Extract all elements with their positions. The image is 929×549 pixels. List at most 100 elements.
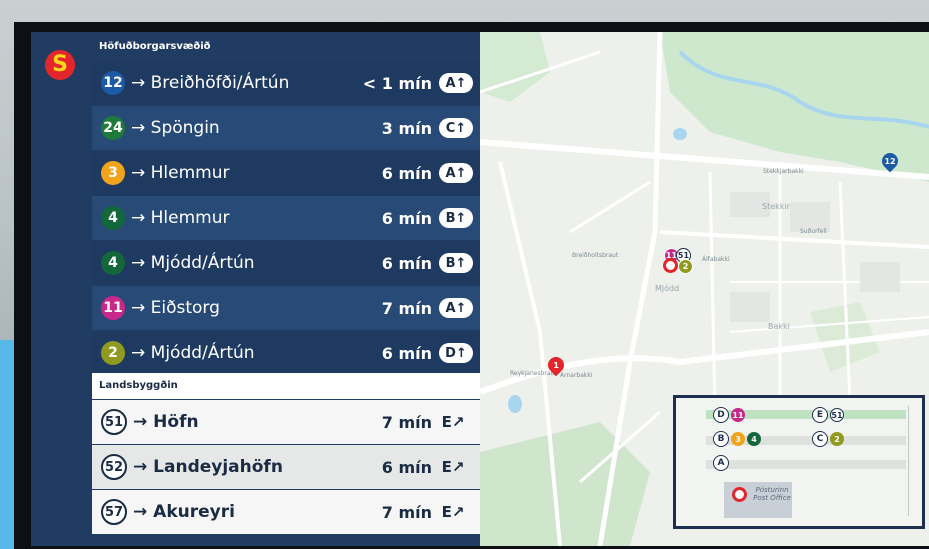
regional-row: 51 → Höfn 7 mín E↗ (92, 400, 480, 444)
stop-letter: E (812, 407, 828, 423)
map-label: Breiðholtsbraut (572, 252, 619, 259)
route-badge: 52 (101, 454, 127, 480)
route-badge: 51 (101, 409, 127, 435)
destination: → Spöngin (131, 118, 220, 138)
map-label: Suðurfell (800, 228, 827, 235)
post-office-label: Pósturinn Post Office (753, 486, 791, 502)
departure-time: 6 mín (381, 253, 432, 273)
stop-letter: B (713, 431, 729, 447)
stop-letter: D (713, 407, 729, 423)
route-badge: 2 (830, 432, 844, 446)
departure-time: 3 mín (381, 118, 432, 138)
inset-stop-a: A (713, 455, 729, 471)
destination: → Eiðstorg (131, 298, 220, 318)
route-badge: 57 (101, 499, 127, 525)
inset-stop-c: C 2 (812, 431, 844, 447)
stop-letter: C (812, 431, 828, 447)
destination: → Mjódd/Ártún (131, 253, 255, 273)
road (659, 230, 929, 249)
departure-time: 6 mín (381, 343, 432, 363)
regional-row: 57 → Akureyri 7 mín E↗ (92, 490, 480, 534)
departure-row: 11 → Eiðstorg 7 mín A↑ (92, 286, 480, 330)
stop-badge: C↑ (439, 118, 473, 138)
you-are-here-icon (732, 487, 747, 502)
pond (673, 128, 687, 140)
destination: → Landeyjahöfn (133, 457, 283, 477)
destination: → Akureyri (133, 502, 235, 522)
departure-time: < 1 mín (362, 73, 432, 93)
stop-layout-inset: D 11 E 51 B 3 4 C 2 A Pósturinn Post Off… (673, 395, 925, 529)
departure-row: 24 → Spöngin 3 mín C↑ (92, 106, 480, 150)
departure-time: 7 mín (381, 412, 432, 432)
departure-row: 2 → Mjódd/Ártún 6 mín D↑ (92, 331, 480, 375)
departure-time: 6 mín (381, 457, 432, 477)
stop-badge: E↗ (441, 458, 465, 476)
departure-time: 7 mín (381, 298, 432, 318)
park-area (480, 422, 650, 546)
stop-badge: E↗ (441, 413, 465, 431)
inset-platform (706, 460, 906, 469)
route-badge: 11 (731, 408, 745, 422)
route-badge: 3 (101, 161, 125, 185)
route-pin-label: 1 (553, 360, 559, 370)
logo-letter: S (52, 52, 68, 77)
building-block (860, 262, 900, 292)
destination: → Mjódd/Ártún (131, 343, 255, 363)
inset-stop-b: B 3 4 (713, 431, 761, 447)
road (708, 171, 717, 413)
route-badge: 24 (101, 116, 125, 140)
departure-row: 4 → Hlemmur 6 mín B↑ (92, 196, 480, 240)
destination: → Hlemmur (131, 163, 230, 183)
pond (508, 395, 522, 413)
section-heading-regional: Landsbyggðin (92, 373, 480, 399)
straeto-logo: S (45, 50, 75, 80)
inset-stop-d: D 11 (713, 407, 745, 423)
section-heading-city: Höfuðborgarsvæðið (92, 38, 480, 56)
departures-panel: S Höfuðborgarsvæðið 12 → Breiðhöfði/Ártú… (31, 32, 480, 546)
route-badge: 11 (101, 296, 125, 320)
departure-time: 6 mín (381, 208, 432, 228)
map-label: Mjódd (655, 284, 680, 293)
route-badge: 4 (101, 251, 125, 275)
departure-row: 12 → Breiðhöfði/Ártún < 1 mín A↑ (92, 61, 480, 105)
departure-time: 6 mín (381, 163, 432, 183)
map-label: Reykjanesbraut (510, 370, 557, 377)
road (838, 181, 852, 403)
map-label: Arnarbakki (560, 372, 593, 379)
route-pin-label: 12 (884, 156, 896, 166)
stop-badge: B↑ (439, 208, 473, 228)
departure-time: 7 mín (381, 502, 432, 522)
route-badge: 51 (830, 408, 844, 422)
route-badge: 4 (101, 206, 125, 230)
map-label: Álfabakki (702, 256, 730, 263)
departure-row: 3 → Hlemmur 6 mín A↑ (92, 151, 480, 195)
stop-badge: D↑ (439, 343, 473, 363)
destination: → Breiðhöfði/Ártún (131, 73, 290, 93)
destination: → Höfn (133, 412, 199, 432)
you-are-here-icon (663, 258, 678, 273)
map-label: Stekkjarbakki (763, 168, 804, 175)
area-map: Stekkir Mjódd Bakki Suðurfell Álfabakki … (480, 32, 929, 546)
route-badge: 4 (747, 432, 761, 446)
map-label: Bakki (768, 322, 790, 331)
departure-screen: S Höfuðborgarsvæðið 12 → Breiðhöfði/Ártú… (31, 32, 929, 546)
stop-badge: E↗ (441, 503, 465, 521)
destination: → Hlemmur (131, 208, 230, 228)
stop-badge: A↑ (439, 73, 473, 93)
inset-stop-e: E 51 (812, 407, 844, 423)
park-area (480, 32, 550, 102)
building-block (730, 292, 770, 322)
regional-row: 52 → Landeyjahöfn 6 mín E↗ (92, 445, 480, 489)
stop-badge: A↑ (439, 163, 473, 183)
stop-letter: A (713, 455, 729, 471)
stop-badge: B↑ (439, 253, 473, 273)
route-badge: 12 (101, 71, 125, 95)
inset-road (902, 406, 909, 516)
section-heading-city-text: Höfuðborgarsvæðið (99, 41, 211, 52)
route-marker: 2 (678, 259, 693, 274)
road (569, 180, 651, 234)
route-badge: 3 (731, 432, 745, 446)
stop-badge: A↑ (439, 298, 473, 318)
departure-row: 4 → Mjódd/Ártún 6 mín B↑ (92, 241, 480, 285)
map-label: Stekkir (762, 202, 790, 211)
